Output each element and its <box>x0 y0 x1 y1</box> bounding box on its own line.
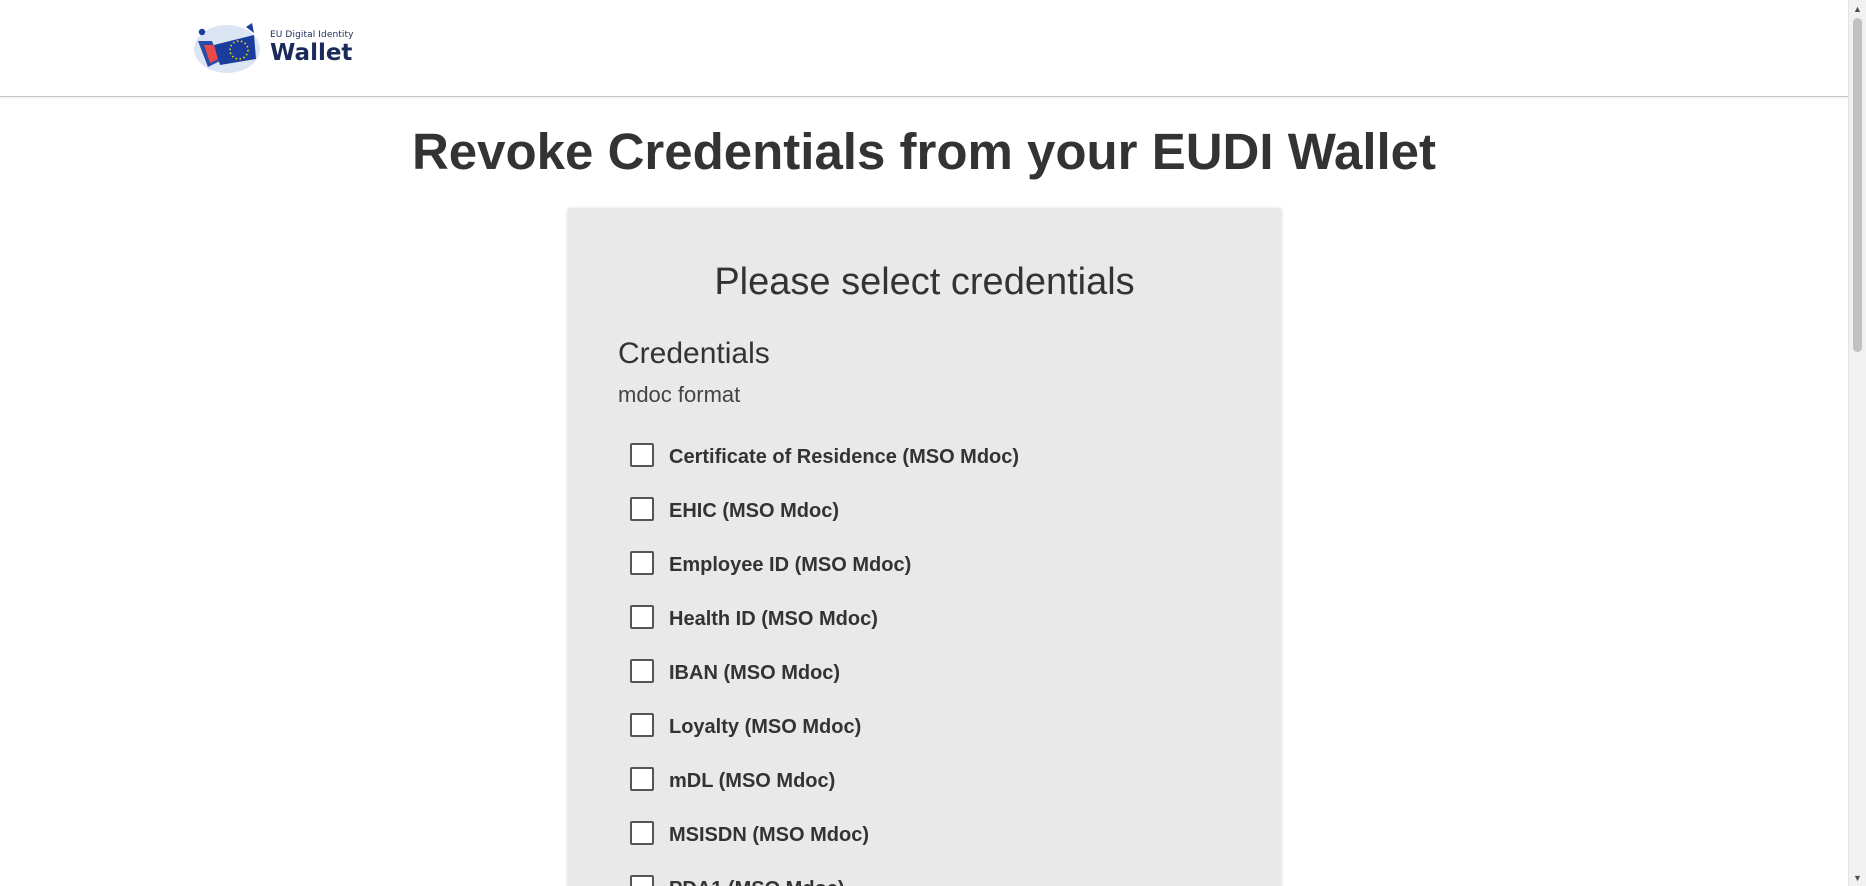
credential-option-label[interactable]: MSISDN (MSO Mdoc) <box>669 823 869 847</box>
checkbox-unchecked-icon[interactable] <box>630 605 654 629</box>
credentials-selection-card: Please select credentials Credentials md… <box>568 208 1281 886</box>
credential-option-label[interactable]: Loyalty (MSO Mdoc) <box>669 715 861 739</box>
format-label: mdoc format <box>618 382 741 407</box>
credential-option-label[interactable]: mDL (MSO Mdoc) <box>669 769 835 793</box>
scroll-down-arrow-icon[interactable]: ▼ <box>1849 869 1866 886</box>
checkbox-unchecked-icon[interactable] <box>630 443 654 467</box>
logo-subtitle: EU Digital Identity <box>270 30 354 40</box>
checkbox-unchecked-icon[interactable] <box>630 713 654 737</box>
logo-text: EU Digital Identity Wallet <box>270 31 354 65</box>
checkbox-unchecked-icon[interactable] <box>630 659 654 683</box>
credential-option-msisdn[interactable]: MSISDN (MSO Mdoc) <box>630 808 1250 862</box>
credential-option-label[interactable]: PDA1 (MSO Mdoc) <box>669 877 845 886</box>
credential-option-label[interactable]: Employee ID (MSO Mdoc) <box>669 553 911 577</box>
credentials-section-title: Credentials <box>618 337 770 370</box>
credential-option-certificate-of-residence[interactable]: Certificate of Residence (MSO Mdoc) <box>630 430 1250 484</box>
credential-option-ehic[interactable]: EHIC (MSO Mdoc) <box>630 484 1250 538</box>
site-header: EU Digital Identity Wallet <box>0 0 1848 97</box>
scrollbar-thumb[interactable] <box>1853 18 1862 352</box>
credential-option-iban[interactable]: IBAN (MSO Mdoc) <box>630 646 1250 700</box>
checkbox-unchecked-icon[interactable] <box>630 551 654 575</box>
card-title: Please select credentials <box>714 261 1135 303</box>
eu-wallet-logo-icon <box>194 23 260 73</box>
eu-digital-identity-wallet-logo[interactable]: EU Digital Identity Wallet <box>190 21 360 75</box>
credential-options-list: Certificate of Residence (MSO Mdoc) EHIC… <box>630 430 1250 886</box>
credential-option-mdl[interactable]: mDL (MSO Mdoc) <box>630 754 1250 808</box>
checkbox-unchecked-icon[interactable] <box>630 875 654 886</box>
browser-viewport: EU Digital Identity Wallet Revoke Creden… <box>0 0 1848 886</box>
credential-option-label[interactable]: EHIC (MSO Mdoc) <box>669 499 839 523</box>
credential-option-health-id[interactable]: Health ID (MSO Mdoc) <box>630 592 1250 646</box>
checkbox-unchecked-icon[interactable] <box>630 767 654 791</box>
checkbox-unchecked-icon[interactable] <box>630 821 654 845</box>
credential-option-label[interactable]: Certificate of Residence (MSO Mdoc) <box>669 445 1019 469</box>
credential-option-label[interactable]: Health ID (MSO Mdoc) <box>669 607 878 631</box>
vertical-scrollbar[interactable]: ▲ ▼ <box>1848 0 1866 886</box>
credential-option-employee-id[interactable]: Employee ID (MSO Mdoc) <box>630 538 1250 592</box>
logo-title: Wallet <box>270 40 353 66</box>
credential-option-pda1[interactable]: PDA1 (MSO Mdoc) <box>630 862 1250 886</box>
scroll-up-arrow-icon[interactable]: ▲ <box>1849 0 1866 17</box>
credential-option-loyalty[interactable]: Loyalty (MSO Mdoc) <box>630 700 1250 754</box>
checkbox-unchecked-icon[interactable] <box>630 497 654 521</box>
page-title: Revoke Credentials from your EUDI Wallet <box>411 123 1437 180</box>
credential-option-label[interactable]: IBAN (MSO Mdoc) <box>669 661 840 685</box>
